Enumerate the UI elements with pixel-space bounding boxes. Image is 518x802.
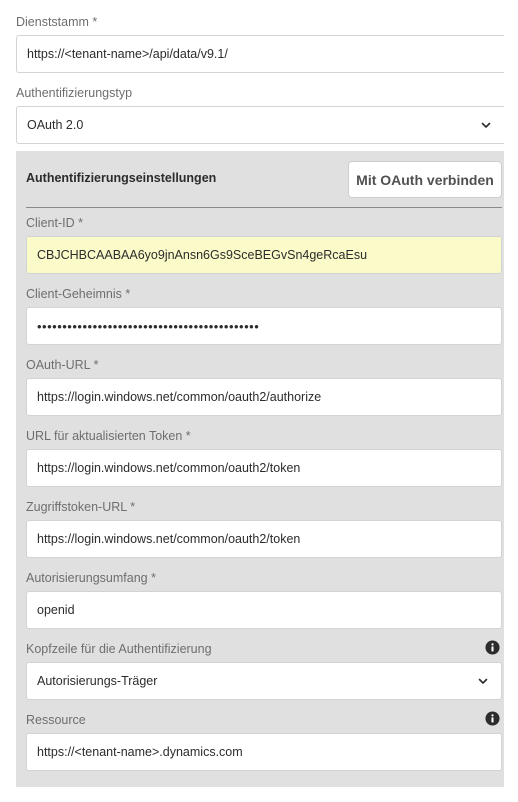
access-token-url-value: https://login.windows.net/common/oauth2/…: [37, 532, 301, 546]
info-icon[interactable]: [485, 640, 500, 655]
auth-settings-title: Authentifizierungseinstellungen: [26, 171, 217, 185]
auth-type-select[interactable]: OAuth 2.0: [16, 106, 504, 144]
resource-input[interactable]: https://<tenant-name>.dynamics.com: [26, 733, 502, 771]
service-root-label: Dienststamm *: [16, 15, 98, 29]
connect-oauth-button[interactable]: Mit OAuth verbinden: [348, 161, 502, 198]
refresh-token-url-input[interactable]: https://login.windows.net/common/oauth2/…: [26, 449, 502, 487]
chevron-down-icon: [481, 122, 491, 128]
info-icon[interactable]: [485, 711, 500, 726]
chevron-down-icon: [478, 678, 488, 684]
client-id-value: CBJCHBCAABAA6yo9jnAnsn6Gs9SceBEGvSn4geRc…: [37, 248, 368, 262]
access-token-url-input[interactable]: https://login.windows.net/common/oauth2/…: [26, 520, 502, 558]
resource-label: Ressource: [26, 713, 86, 727]
client-secret-input[interactable]: ••••••••••••••••••••••••••••••••••••••••…: [26, 307, 502, 345]
client-id-label: Client-ID *: [26, 216, 83, 230]
auth-header-label: Kopfzeile für die Authentifizierung: [26, 642, 212, 656]
refresh-token-url-value: https://login.windows.net/common/oauth2/…: [37, 461, 301, 475]
client-id-input[interactable]: CBJCHBCAABAA6yo9jnAnsn6Gs9SceBEGvSn4geRc…: [26, 236, 502, 274]
auth-header-select[interactable]: Autorisierungs-Träger: [26, 662, 502, 700]
service-root-input[interactable]: https://<tenant-name>/api/data/v9.1/: [16, 35, 504, 73]
refresh-token-url-label: URL für aktualisierten Token *: [26, 429, 191, 443]
panel-divider: [26, 207, 502, 208]
auth-header-value: Autorisierungs-Träger: [37, 674, 158, 688]
auth-type-label: Authentifizierungstyp: [16, 86, 133, 100]
oauth-url-label: OAuth-URL *: [26, 358, 99, 372]
oauth-url-input[interactable]: https://login.windows.net/common/oauth2/…: [26, 378, 502, 416]
scope-label: Autorisierungsumfang *: [26, 571, 156, 585]
oauth-url-value: https://login.windows.net/common/oauth2/…: [37, 390, 322, 404]
scope-value: openid: [37, 603, 75, 617]
scope-input[interactable]: openid: [26, 591, 502, 629]
service-root-value: https://<tenant-name>/api/data/v9.1/: [27, 47, 228, 61]
access-token-url-label: Zugriffstoken-URL *: [26, 500, 136, 514]
client-secret-label: Client-Geheimnis *: [26, 287, 131, 301]
client-secret-value: ••••••••••••••••••••••••••••••••••••••••…: [37, 318, 260, 334]
auth-type-value: OAuth 2.0: [27, 118, 84, 132]
resource-value: https://<tenant-name>.dynamics.com: [37, 745, 243, 759]
